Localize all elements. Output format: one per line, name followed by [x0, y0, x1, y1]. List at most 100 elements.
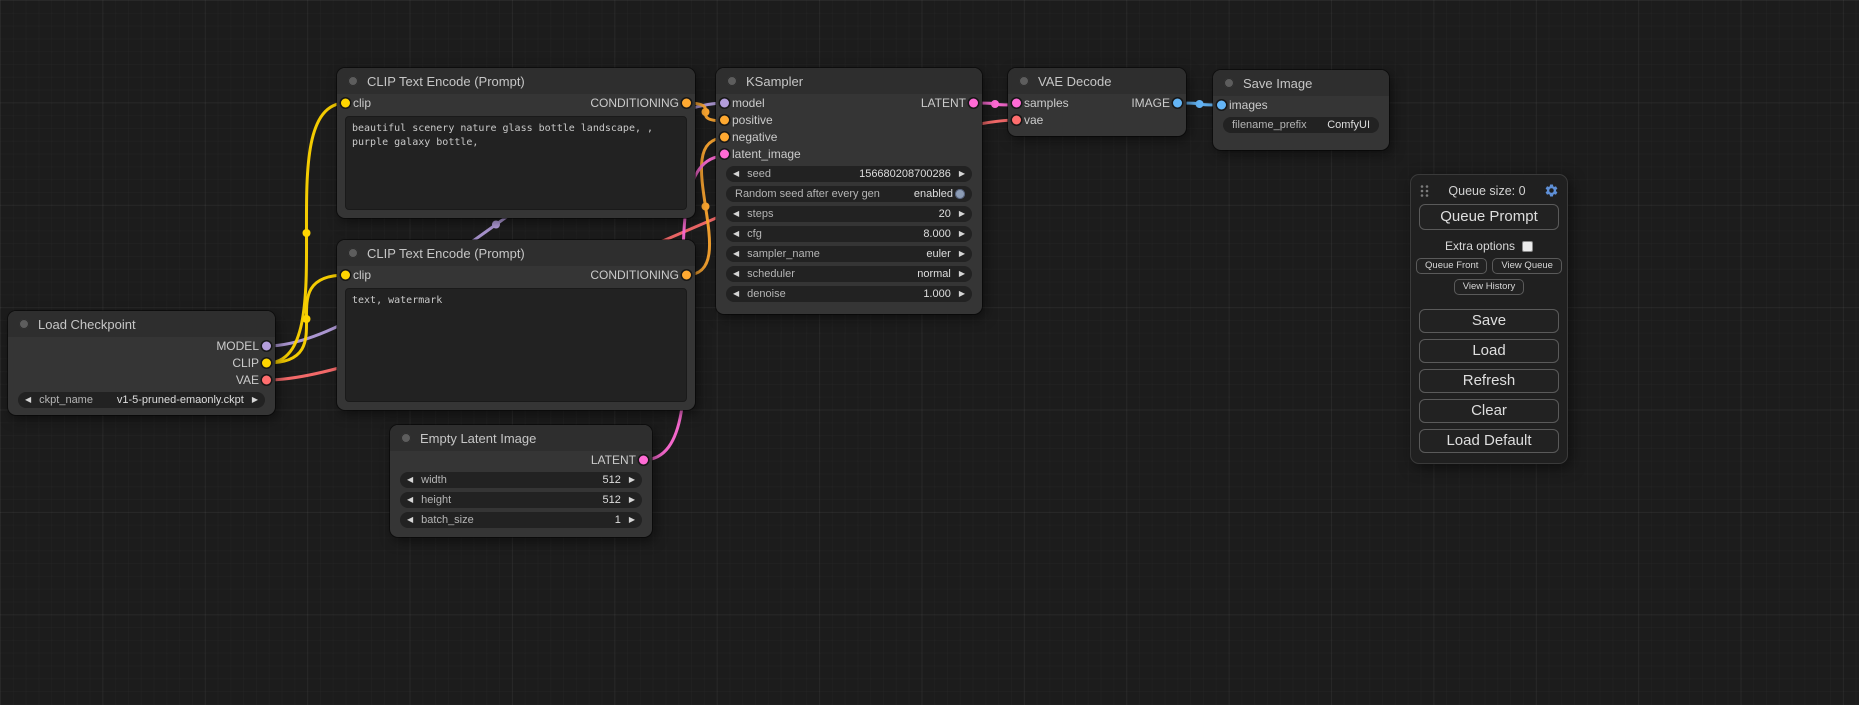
decrement-arrow-icon[interactable]: ◀ — [733, 230, 739, 238]
increment-arrow-icon[interactable]: ▶ — [959, 230, 965, 238]
graph-canvas[interactable]: Load Checkpoint MODEL CLIP VAE ◀ ckpt_na… — [0, 0, 1859, 705]
widget-value: 20 — [939, 208, 951, 220]
increment-arrow-icon[interactable]: ▶ — [959, 290, 965, 298]
output-port-clip[interactable] — [262, 358, 271, 367]
widget-width[interactable]: ◀ width 512 ▶ — [400, 472, 642, 488]
collapse-dot-icon[interactable] — [1224, 78, 1234, 88]
decrement-arrow-icon[interactable]: ◀ — [407, 496, 413, 504]
collapse-dot-icon[interactable] — [19, 319, 29, 329]
node-title-bar[interactable]: KSampler — [716, 68, 982, 94]
widget-scheduler[interactable]: ◀ scheduler normal ▶ — [726, 266, 972, 282]
output-port-conditioning[interactable] — [682, 270, 691, 279]
input-port-images[interactable] — [1217, 100, 1226, 109]
output-port-model[interactable] — [262, 341, 271, 350]
node-title-bar[interactable]: Save Image — [1213, 70, 1389, 96]
increment-arrow-icon[interactable]: ▶ — [959, 270, 965, 278]
node-title-bar[interactable]: CLIP Text Encode (Prompt) — [337, 68, 695, 94]
widget-denoise[interactable]: ◀ denoise 1.000 ▶ — [726, 286, 972, 302]
increment-arrow-icon[interactable]: ▶ — [959, 210, 965, 218]
decrement-arrow-icon[interactable]: ◀ — [733, 210, 739, 218]
node-empty-latent-image[interactable]: Empty Latent Image LATENT ◀ width 512 ▶ … — [390, 425, 652, 537]
settings-gear-icon[interactable] — [1544, 183, 1559, 198]
decrement-arrow-icon[interactable]: ◀ — [25, 396, 31, 404]
negative-prompt-textarea[interactable]: text, watermark — [345, 288, 687, 402]
widget-filename-prefix[interactable]: filename_prefix ComfyUI — [1223, 117, 1379, 133]
widget-steps[interactable]: ◀ steps 20 ▶ — [726, 206, 972, 222]
increment-arrow-icon[interactable]: ▶ — [959, 250, 965, 258]
increment-arrow-icon[interactable]: ▶ — [629, 516, 635, 524]
input-port-clip[interactable] — [341, 270, 350, 279]
widget-label: filename_prefix — [1232, 119, 1307, 131]
view-history-button[interactable]: View History — [1454, 279, 1525, 295]
output-port-vae[interactable] — [262, 375, 271, 384]
node-title-bar[interactable]: Load Checkpoint — [8, 311, 275, 337]
increment-arrow-icon[interactable]: ▶ — [252, 396, 258, 404]
link-dot — [702, 203, 710, 211]
collapse-dot-icon[interactable] — [348, 248, 358, 258]
input-port-samples[interactable] — [1012, 98, 1021, 107]
node-title: CLIP Text Encode (Prompt) — [367, 246, 525, 261]
node-title-bar[interactable]: Empty Latent Image — [390, 425, 652, 451]
output-port-latent[interactable] — [969, 98, 978, 107]
queue-prompt-button[interactable]: Queue Prompt — [1419, 204, 1559, 230]
output-label-vae: VAE — [236, 373, 259, 387]
input-port-latent-image[interactable] — [720, 149, 729, 158]
node-load-checkpoint[interactable]: Load Checkpoint MODEL CLIP VAE ◀ ckpt_na… — [8, 311, 275, 415]
widget-value: 1 — [615, 514, 621, 526]
collapse-dot-icon[interactable] — [348, 76, 358, 86]
node-save-image[interactable]: Save Image images filename_prefix ComfyU… — [1213, 70, 1389, 150]
node-ksampler[interactable]: KSampler model LATENT positive negative … — [716, 68, 982, 314]
widget-height[interactable]: ◀ height 512 ▶ — [400, 492, 642, 508]
widget-value: v1-5-pruned-emaonly.ckpt — [117, 394, 244, 406]
view-queue-button[interactable]: View Queue — [1492, 258, 1562, 274]
input-label-negative: negative — [732, 130, 777, 144]
decrement-arrow-icon[interactable]: ◀ — [733, 170, 739, 178]
node-clip-text-encode-positive[interactable]: CLIP Text Encode (Prompt) clip CONDITION… — [337, 68, 695, 218]
decrement-arrow-icon[interactable]: ◀ — [733, 290, 739, 298]
decrement-arrow-icon[interactable]: ◀ — [733, 270, 739, 278]
widget-sampler-name[interactable]: ◀ sampler_name euler ▶ — [726, 246, 972, 262]
decrement-arrow-icon[interactable]: ◀ — [733, 250, 739, 258]
increment-arrow-icon[interactable]: ▶ — [629, 476, 635, 484]
widget-batch-size[interactable]: ◀ batch_size 1 ▶ — [400, 512, 642, 528]
widget-ckpt-name[interactable]: ◀ ckpt_name v1-5-pruned-emaonly.ckpt ▶ — [18, 392, 265, 408]
input-port-positive[interactable] — [720, 115, 729, 124]
extra-options-checkbox[interactable] — [1522, 241, 1533, 252]
node-title: Save Image — [1243, 76, 1312, 91]
input-port-clip[interactable] — [341, 98, 350, 107]
node-title-bar[interactable]: CLIP Text Encode (Prompt) — [337, 240, 695, 266]
output-label-model: MODEL — [216, 339, 259, 353]
wire-clip-negative — [267, 275, 346, 363]
input-port-model[interactable] — [720, 98, 729, 107]
collapse-dot-icon[interactable] — [727, 76, 737, 86]
queue-front-button[interactable]: Queue Front — [1416, 258, 1487, 274]
decrement-arrow-icon[interactable]: ◀ — [407, 476, 413, 484]
refresh-button[interactable]: Refresh — [1419, 369, 1559, 393]
increment-arrow-icon[interactable]: ▶ — [959, 170, 965, 178]
input-port-vae[interactable] — [1012, 115, 1021, 124]
widget-seed[interactable]: ◀ seed 156680208700286 ▶ — [726, 166, 972, 182]
output-port-image[interactable] — [1173, 98, 1182, 107]
output-port-latent[interactable] — [639, 455, 648, 464]
collapse-dot-icon[interactable] — [401, 433, 411, 443]
widget-label: cfg — [747, 228, 762, 240]
decrement-arrow-icon[interactable]: ◀ — [407, 516, 413, 524]
node-clip-text-encode-negative[interactable]: CLIP Text Encode (Prompt) clip CONDITION… — [337, 240, 695, 410]
positive-prompt-textarea[interactable]: beautiful scenery nature glass bottle la… — [345, 116, 687, 210]
collapse-dot-icon[interactable] — [1019, 76, 1029, 86]
node-title-bar[interactable]: VAE Decode — [1008, 68, 1186, 94]
toggle-dot-icon[interactable] — [955, 189, 965, 199]
save-button[interactable]: Save — [1419, 309, 1559, 333]
slot-row: model LATENT — [716, 94, 982, 111]
node-vae-decode[interactable]: VAE Decode samples IMAGE vae — [1008, 68, 1186, 136]
increment-arrow-icon[interactable]: ▶ — [629, 496, 635, 504]
load-default-button[interactable]: Load Default — [1419, 429, 1559, 453]
load-button[interactable]: Load — [1419, 339, 1559, 363]
output-port-conditioning[interactable] — [682, 98, 691, 107]
drag-handle-icon[interactable] — [1419, 184, 1430, 198]
widget-random-seed-toggle[interactable]: Random seed after every gen enabled — [726, 186, 972, 202]
clear-button[interactable]: Clear — [1419, 399, 1559, 423]
widget-cfg[interactable]: ◀ cfg 8.000 ▶ — [726, 226, 972, 242]
input-port-negative[interactable] — [720, 132, 729, 141]
slot-row: clip CONDITIONING — [337, 266, 695, 283]
